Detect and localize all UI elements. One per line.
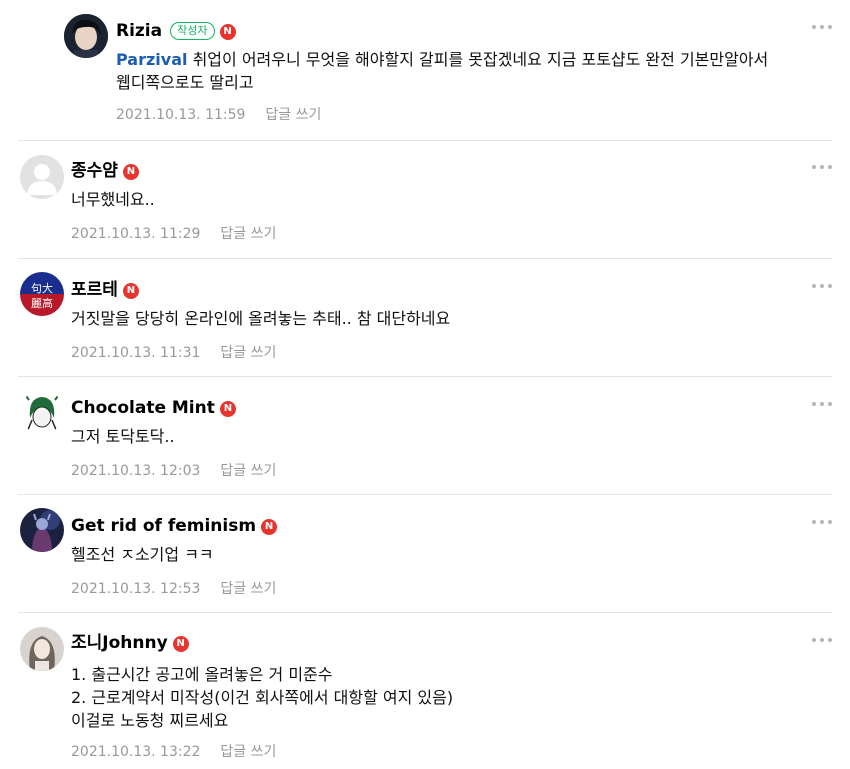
comment-date: 2021.10.13. 12:03 [71,463,201,479]
naver-badge-icon: N [261,519,278,535]
comment-date: 2021.10.13. 12:53 [71,581,201,597]
author-name[interactable]: Rizia [116,21,162,41]
avatar-text-bottom: 麗高 [31,296,53,310]
comment-text: 그저 토닥토닥.. [71,427,175,446]
avatar[interactable] [20,508,64,552]
author-name[interactable]: 종수얌 [71,161,118,181]
reply-button[interactable]: 답글 쓰기 [220,581,276,597]
comment-item: Chocolate Mint N 그저 토닥토닥.. 2021.10.13. 12… [0,377,850,494]
comment-item: 종수얌 N 너무했네요.. 2021.10.13. 11:29 답글 쓰기 [0,141,850,258]
author-name[interactable]: 조니Johnny [71,633,168,653]
avatar[interactable] [20,627,64,671]
naver-badge-icon: N [219,401,236,417]
author-badge: 작성자 [170,22,215,40]
author-name[interactable]: Chocolate Mint [71,398,215,418]
avatar[interactable]: 句大 麗高 [20,272,64,316]
comment-date: 2021.10.13. 13:22 [71,744,201,760]
comment-text: 너무했네요.. [71,190,155,209]
comment-item: Get rid of feminism N 헬조선 ㅈ소기업 ㅋㅋ 2021.10… [0,495,850,612]
reply-button[interactable]: 답글 쓰기 [220,463,276,479]
avatar[interactable] [20,390,64,434]
comment-item: 句大 麗高 포르테 N 거짓말을 당당히 온라인에 올려놓는 추태.. 참 대단하… [0,259,850,376]
comment-text-line-1: 1. 출근시간 공고에 올려놓은 거 미준수 [71,665,333,684]
author-name[interactable]: Get rid of feminism [71,516,256,536]
comment-date: 2021.10.13. 11:31 [71,345,201,361]
more-options-icon[interactable] [812,160,832,174]
comment-text-line-3: 이걸로 노동청 찌르세요 [71,711,229,730]
mention-link[interactable]: Parzival [116,50,188,69]
author-name[interactable]: 포르테 [71,280,118,300]
more-options-icon[interactable] [812,633,832,647]
reply-button[interactable]: 답글 쓰기 [220,345,276,361]
reply-button[interactable]: 답글 쓰기 [220,226,276,242]
naver-badge-icon: N [122,164,139,180]
comment-text: 헬조선 ㅈ소기업 ㅋㅋ [71,545,214,564]
comment-date: 2021.10.13. 11:29 [71,226,201,242]
more-options-icon[interactable] [812,20,832,34]
naver-badge-icon: N [122,283,139,299]
naver-badge-icon: N [219,24,236,40]
comment-date: 2021.10.13. 11:59 [116,107,246,123]
comment-reply-rizia: Rizia 작성자 N Parzival 취업이 어려우니 무엇을 해야할지 갈피를… [0,0,850,140]
comment-text: Parzival 취업이 어려우니 무엇을 해야할지 갈피를 못잡겠네요 지금 … [116,50,769,69]
avatar-text-top: 句大 [31,281,53,295]
more-options-icon[interactable] [812,279,832,293]
more-options-icon[interactable] [812,397,832,411]
more-options-icon[interactable] [812,515,832,529]
reply-button[interactable]: 답글 쓰기 [220,744,276,760]
comment-text-line: 웹디쪽으로도 딸리고 [116,73,254,92]
comment-text-line-2: 2. 근로계약서 미작성(이건 회사쪽에서 대항할 여지 있음) [71,688,454,707]
comment-text: 거짓말을 당당히 온라인에 올려놓는 추태.. 참 대단하네요 [71,309,451,328]
avatar[interactable] [64,14,108,58]
avatar[interactable] [20,155,64,199]
reply-button[interactable]: 답글 쓰기 [265,107,321,123]
comment-item: 조니Johnny N 1. 출근시간 공고에 올려놓은 거 미준수 2. 근로계약… [0,613,850,769]
naver-badge-icon: N [172,636,189,652]
